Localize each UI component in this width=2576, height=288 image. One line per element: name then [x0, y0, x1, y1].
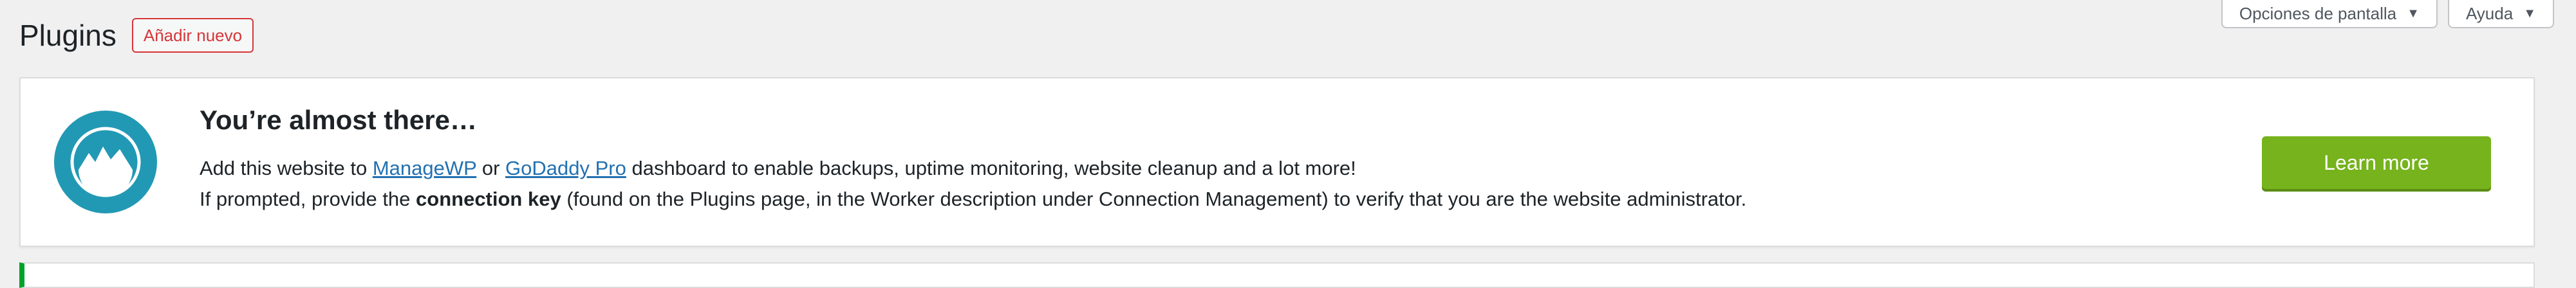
page-title: Plugins	[19, 19, 117, 52]
add-new-plugin-button[interactable]: Añadir nuevo	[131, 18, 254, 53]
managewp-logo-icon	[54, 111, 157, 213]
managewp-notice: You’re almost there… Add this website to…	[19, 77, 2535, 247]
help-label: Ayuda	[2465, 3, 2514, 23]
connection-key-text: connection key	[416, 188, 561, 210]
notice-text: or	[476, 157, 506, 179]
help-button[interactable]: Ayuda ▼	[2447, 0, 2554, 28]
notice-title: You’re almost there…	[200, 105, 477, 135]
screen-options-label: Opciones de pantalla	[2239, 3, 2397, 23]
notice-text: If prompted, provide the	[200, 188, 416, 210]
godaddy-pro-link[interactable]: GoDaddy Pro	[505, 157, 626, 179]
notice-line-2: If prompted, provide the connection key …	[200, 184, 1746, 215]
page-header: Plugins Añadir nuevo	[19, 18, 254, 53]
notice-content: You’re almost there… Add this website to…	[200, 104, 1746, 215]
screen-meta-tabs: Opciones de pantalla ▼ Ayuda ▼	[2221, 0, 2554, 28]
managewp-link[interactable]: ManageWP	[373, 157, 476, 179]
next-notice-edge	[19, 262, 2535, 288]
screen-options-button[interactable]: Opciones de pantalla ▼	[2221, 0, 2438, 28]
caret-down-icon: ▼	[2407, 6, 2420, 21]
notice-text: dashboard to enable backups, uptime moni…	[626, 157, 1356, 179]
notice-text: Add this website to	[200, 157, 373, 179]
notice-line-1: Add this website to ManageWP or GoDaddy …	[200, 153, 1746, 184]
caret-down-icon: ▼	[2523, 6, 2536, 21]
learn-more-button[interactable]: Learn more	[2262, 136, 2491, 189]
notice-text: (found on the Plugins page, in the Worke…	[561, 188, 1747, 210]
